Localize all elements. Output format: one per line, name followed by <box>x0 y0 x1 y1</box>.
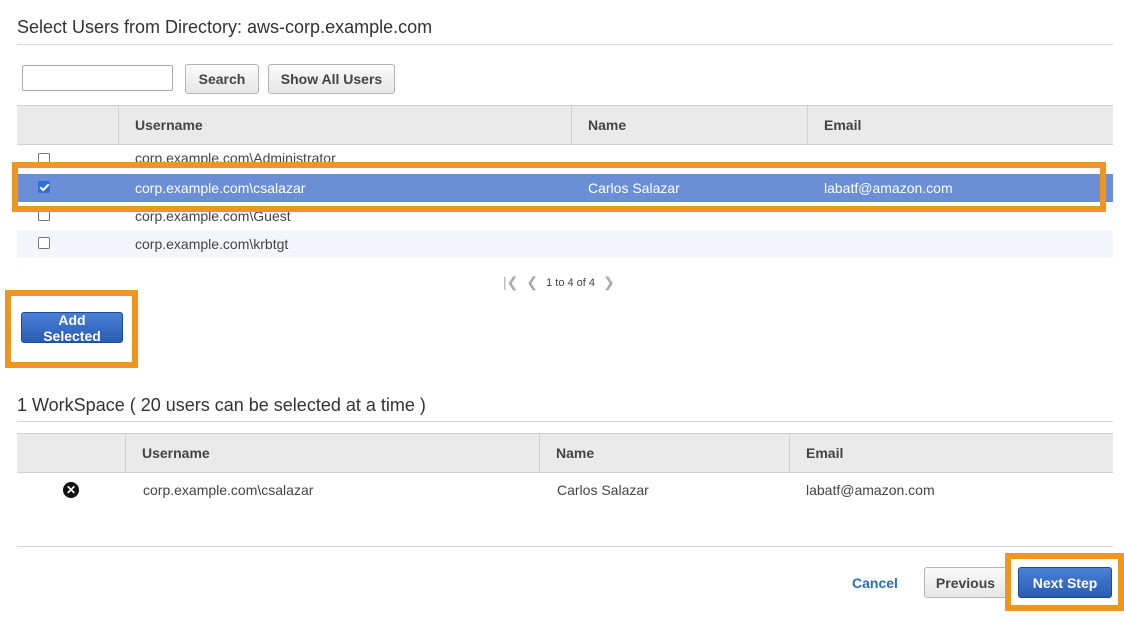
users-table-header: Username Name Email <box>17 105 1113 145</box>
ws-row-name: Carlos Salazar <box>557 482 649 498</box>
ws-row-username: corp.example.com\csalazar <box>143 482 314 498</box>
name-column-header[interactable]: Name <box>571 106 807 144</box>
next-page-icon[interactable]: ❯ <box>603 274 615 291</box>
previous-button[interactable]: Previous <box>924 567 1007 598</box>
remove-user-button[interactable]: ✕ <box>63 476 79 504</box>
search-input[interactable] <box>22 65 173 91</box>
remove-column-header <box>17 434 125 472</box>
first-page-icon[interactable]: |❮ <box>503 274 518 291</box>
pagination-text: 1 to 4 of 4 <box>546 276 596 289</box>
username-column-header[interactable]: Username <box>118 106 571 144</box>
ws-name-column-header: Name <box>539 434 789 472</box>
ws-username-column-header: Username <box>125 434 539 472</box>
ws-row-email: labatf@amazon.com <box>806 482 935 498</box>
workspace-table-header: Username Name Email <box>17 433 1113 473</box>
show-all-users-button[interactable]: Show All Users <box>268 64 395 94</box>
selected-row-highlight <box>12 162 1106 212</box>
select-users-title: Select Users from Directory: aws-corp.ex… <box>17 17 433 37</box>
next-step-button[interactable]: Next Step <box>1018 567 1112 598</box>
close-icon[interactable]: ✕ <box>63 482 79 498</box>
table-row[interactable]: corp.example.com\krbtgt <box>17 230 1113 258</box>
row-checkbox[interactable] <box>38 237 50 249</box>
ws-email-column-header: Email <box>789 434 1113 472</box>
row-username: corp.example.com\krbtgt <box>135 236 289 252</box>
title-divider <box>17 44 1113 45</box>
email-column-header[interactable]: Email <box>807 106 1113 144</box>
workspace-title-divider <box>17 421 1113 422</box>
workspace-title: 1 WorkSpace ( 20 users can be selected a… <box>17 395 426 415</box>
add-selected-button[interactable]: Add Selected <box>21 312 123 344</box>
footer-divider <box>17 546 1113 547</box>
pagination: |❮ ❮ 1 to 4 of 4 ❯ <box>503 274 615 291</box>
search-button[interactable]: Search <box>185 64 259 94</box>
cancel-link[interactable]: Cancel <box>852 575 898 591</box>
workspace-row: ✕ corp.example.com\csalazar Carlos Salaz… <box>17 476 1113 504</box>
select-column-header <box>17 106 118 144</box>
previous-page-icon[interactable]: ❮ <box>526 274 538 291</box>
